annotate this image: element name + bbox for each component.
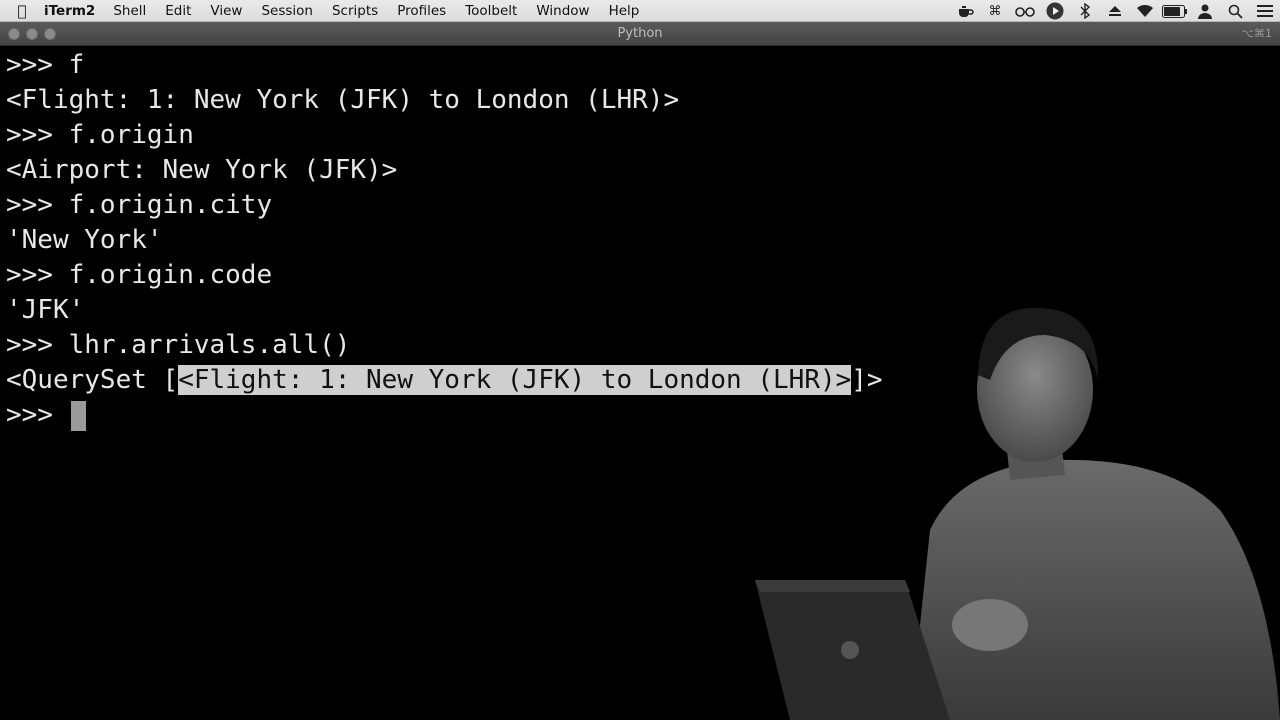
command-icon[interactable]: ⌘ — [980, 4, 1010, 19]
terminal-line: <Airport: New York (JFK)> — [6, 153, 397, 188]
prompt: >>> — [6, 400, 69, 430]
command-text: f.origin.city — [68, 190, 273, 220]
output-text: 'JFK' — [6, 295, 85, 325]
apple-logo-icon[interactable]:  — [0, 2, 44, 20]
terminal-line: 'JFK' — [6, 293, 84, 328]
menu-shell[interactable]: Shell — [113, 3, 146, 19]
terminal-line: >>> f — [6, 48, 84, 83]
menu-edit[interactable]: Edit — [165, 3, 191, 19]
terminal-line: >>> f.origin.code — [6, 258, 272, 293]
prompt: >>> — [6, 260, 69, 290]
menu-bar:  iTerm2 Shell Edit View Session Scripts… — [0, 0, 1280, 22]
terminal-line: >>> f.origin — [6, 118, 194, 153]
user-icon[interactable] — [1190, 3, 1220, 19]
terminal-line: 'New York' — [6, 223, 163, 258]
teapot-icon[interactable] — [950, 4, 980, 18]
window-shortcut: ⌥⌘1 — [1241, 27, 1272, 40]
command-text: f — [68, 50, 85, 80]
menu-toolbelt[interactable]: Toolbelt — [465, 3, 517, 19]
battery-icon[interactable] — [1160, 4, 1190, 18]
terminal-line: <Flight: 1: New York (JFK) to London (LH… — [6, 83, 679, 118]
wifi-icon[interactable] — [1130, 4, 1160, 18]
eject-icon[interactable] — [1100, 4, 1130, 18]
apple-logo-icon — [841, 641, 859, 659]
prompt: >>> — [6, 330, 69, 360]
presenter-video — [755, 307, 1280, 720]
terminal-output[interactable]: >>> f <Flight: 1: New York (JFK) to Lond… — [0, 48, 1280, 720]
terminal-line: >>> lhr.arrivals.all() — [6, 328, 350, 363]
window-titlebar[interactable]: Python ⌥⌘1 — [0, 22, 1280, 46]
output-text: 'New York' — [6, 225, 163, 255]
command-text: f.origin.code — [68, 260, 273, 290]
search-icon[interactable] — [1220, 4, 1250, 19]
text-cursor[interactable] — [70, 400, 86, 431]
command-text: f.origin — [68, 120, 194, 150]
command-text: lhr.arrivals.all() — [68, 330, 351, 360]
laptop-edge — [755, 580, 910, 592]
terminal-line: >>> f.origin.city — [6, 188, 272, 223]
menu-app-name[interactable]: iTerm2 — [44, 3, 95, 19]
window-title: Python — [617, 26, 663, 41]
output-text: <Flight: 1: New York (JFK) to London (LH… — [6, 85, 680, 115]
glasses-icon[interactable] — [1010, 5, 1040, 17]
menu-session[interactable]: Session — [261, 3, 313, 19]
menu-profiles[interactable]: Profiles — [397, 3, 446, 19]
play-circle-icon[interactable] — [1040, 2, 1070, 20]
terminal-line: >>> — [6, 398, 86, 433]
prompt: >>> — [6, 50, 69, 80]
prompt: >>> — [6, 190, 69, 220]
menu-help[interactable]: Help — [609, 3, 640, 19]
prompt: >>> — [6, 120, 69, 150]
menu-view[interactable]: View — [210, 3, 242, 19]
list-icon[interactable] — [1250, 5, 1280, 17]
output-text: <Airport: New York (JFK)> — [6, 155, 398, 185]
bluetooth-icon[interactable] — [1070, 3, 1100, 19]
presenter-hands — [952, 599, 1028, 651]
presenter-body — [910, 459, 1280, 720]
menu-scripts[interactable]: Scripts — [332, 3, 378, 19]
queryset-prefix: <QuerySet [ — [6, 365, 179, 395]
status-area: ⌘ — [950, 0, 1280, 22]
menu-window[interactable]: Window — [536, 3, 589, 19]
